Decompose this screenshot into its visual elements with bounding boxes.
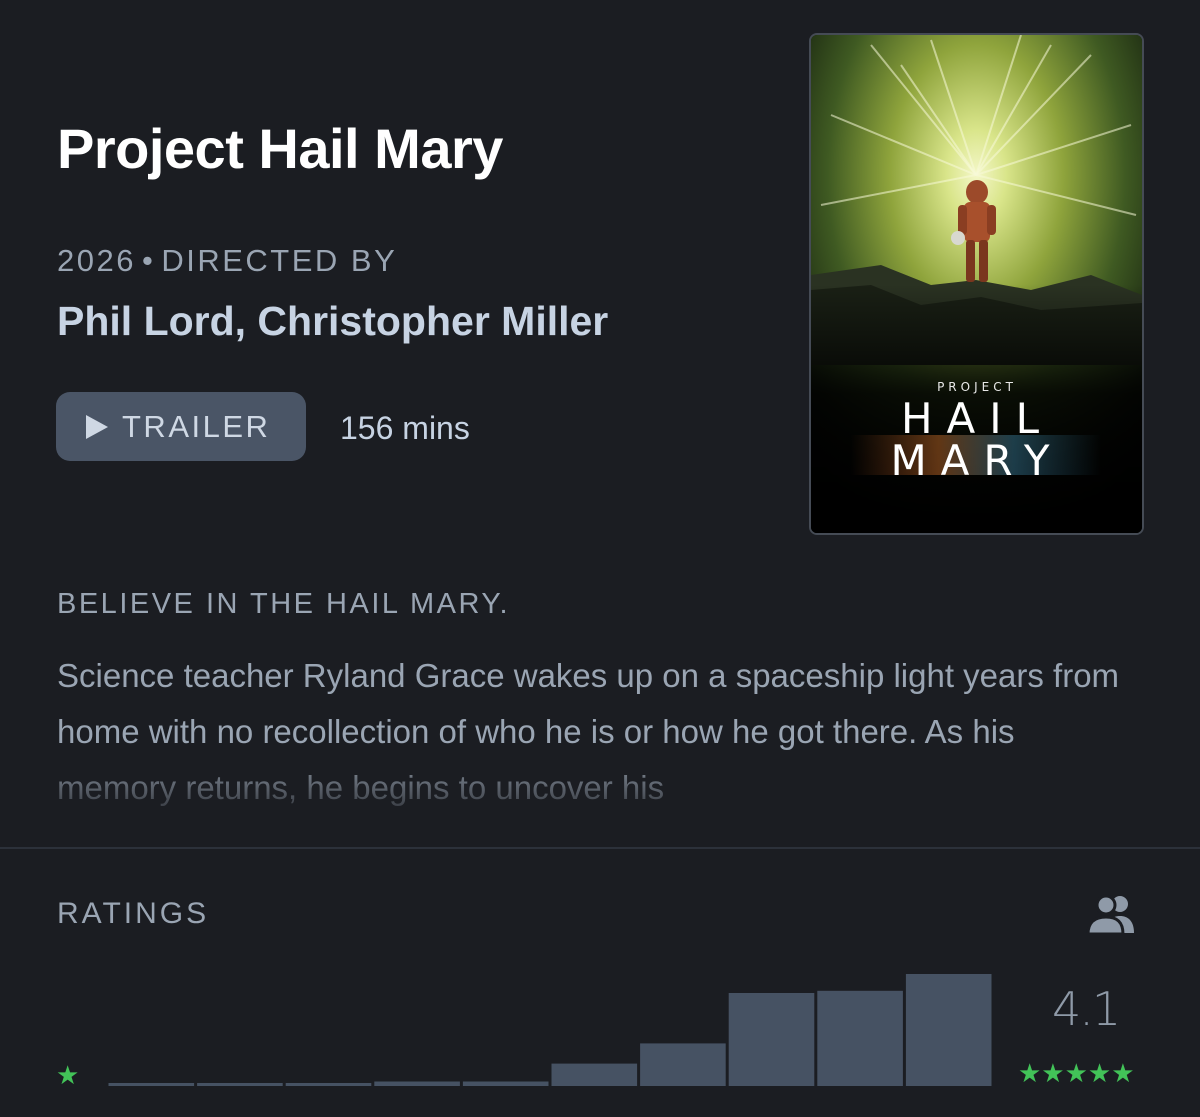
average-rating: 4.1 <box>1052 982 1121 1036</box>
poster-title-line1: PROJECT <box>937 380 1017 394</box>
histogram-bar-8[interactable] <box>728 993 815 1086</box>
histogram-bar-1[interactable] <box>108 1083 195 1086</box>
histogram-bar-4[interactable] <box>374 1081 460 1087</box>
film-meta: 2026 • DIRECTED BY <box>57 243 397 279</box>
ratings-histogram[interactable] <box>107 960 993 1086</box>
histogram-bar-5[interactable] <box>462 1081 549 1087</box>
directors-link[interactable]: Phil Lord, Christopher Miller <box>57 298 608 345</box>
ratings-heading: RATINGS <box>57 897 210 930</box>
synopsis[interactable]: Science teacher Ryland Grace wakes up on… <box>57 648 1137 808</box>
film-poster[interactable]: PROJECT HAIL MARY <box>809 33 1144 535</box>
tagline: BELIEVE IN THE HAIL MARY. <box>57 588 511 620</box>
low-star-icon: ★ <box>56 1060 80 1090</box>
section-divider <box>0 847 1200 849</box>
users-icon[interactable] <box>1086 893 1140 936</box>
histogram-bar-9[interactable] <box>817 990 903 1086</box>
histogram-bar-7[interactable] <box>640 1043 726 1086</box>
histogram-bar-6[interactable] <box>551 1063 638 1086</box>
film-title: Project Hail Mary <box>57 117 503 180</box>
histogram-bar-3[interactable] <box>285 1083 372 1086</box>
trailer-button[interactable]: TRAILER <box>56 392 306 461</box>
directed-by-label: DIRECTED BY <box>161 243 398 278</box>
high-stars-icon: ★★★★★ <box>1018 1058 1135 1088</box>
poster-title-line3: MARY <box>890 436 1063 485</box>
release-year[interactable]: 2026 <box>57 243 136 278</box>
meta-separator: • <box>141 243 156 278</box>
poster-artwork: PROJECT HAIL MARY <box>811 35 1142 533</box>
histogram-bar-10[interactable] <box>905 974 992 1086</box>
trailer-label: TRAILER <box>122 408 271 444</box>
runtime: 156 mins <box>340 410 470 446</box>
play-icon <box>86 414 108 439</box>
histogram-bar-2[interactable] <box>197 1083 283 1086</box>
